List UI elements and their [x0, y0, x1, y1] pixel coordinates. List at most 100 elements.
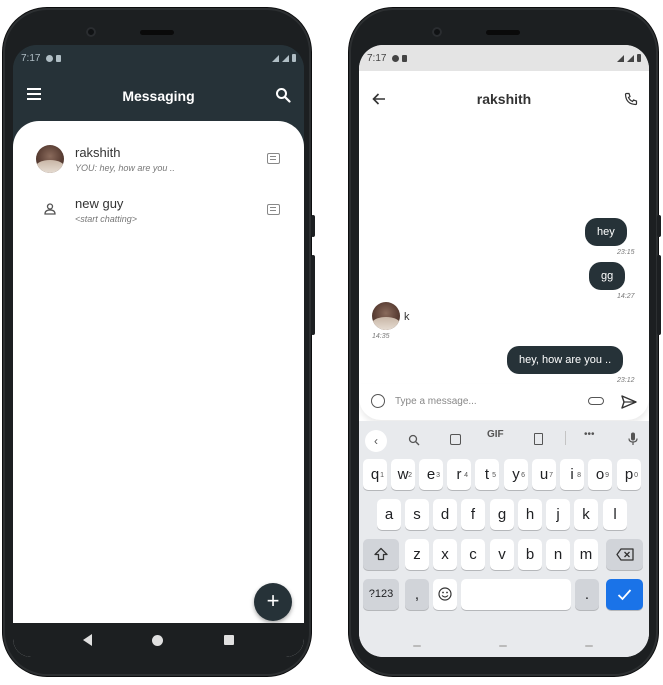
key-j[interactable]: j: [546, 499, 570, 530]
front-camera: [432, 27, 442, 37]
key-q[interactable]: q1: [363, 459, 387, 490]
key-label: o: [595, 466, 605, 483]
phone-icon[interactable]: [624, 92, 638, 106]
key-p[interactable]: p0: [617, 459, 641, 490]
key-z[interactable]: z: [405, 539, 429, 570]
key-x[interactable]: x: [433, 539, 457, 570]
chat-preview: YOU: hey, how are you ..: [75, 163, 175, 173]
key-f[interactable]: f: [461, 499, 485, 530]
message-icon[interactable]: [267, 153, 280, 164]
key-label: t: [484, 466, 490, 483]
chat-row-rakshith[interactable]: rakshith YOU: hey, how are you ..: [13, 135, 304, 185]
key-hint: 8: [577, 472, 581, 479]
key-o[interactable]: o9: [588, 459, 612, 490]
status-notification-icon: [402, 54, 408, 62]
key-label: r: [456, 466, 462, 483]
search-icon[interactable]: [408, 434, 420, 446]
chat-list: rakshith YOU: hey, how are you .. new gu…: [13, 121, 304, 657]
more-button[interactable]: •••: [584, 429, 595, 440]
sticker-icon[interactable]: [450, 434, 461, 445]
clipboard-icon[interactable]: [534, 433, 543, 445]
key-i[interactable]: i8: [560, 459, 584, 490]
gif-button[interactable]: GIF: [487, 429, 504, 440]
key-d[interactable]: d: [433, 499, 457, 530]
left-screen: 7:17 Messaging rakshith YOU: hey, how ar…: [13, 45, 304, 657]
shift-key[interactable]: [363, 539, 399, 570]
message-time: 23:12: [617, 377, 635, 384]
key-t[interactable]: t5: [475, 459, 499, 490]
key-label: u: [539, 466, 549, 483]
key-u[interactable]: u7: [532, 459, 556, 490]
key-a[interactable]: a: [377, 499, 401, 530]
key-s[interactable]: s: [405, 499, 429, 530]
key-k[interactable]: k: [574, 499, 598, 530]
emoji-icon[interactable]: [371, 394, 385, 408]
key-hint: 7: [549, 472, 553, 479]
key-label: y: [512, 466, 520, 483]
key-y[interactable]: y6: [504, 459, 528, 490]
collapse-icon[interactable]: ‹: [365, 430, 387, 452]
key-label: i: [570, 466, 574, 483]
mic-icon[interactable]: [628, 432, 638, 446]
send-icon[interactable]: [621, 394, 637, 410]
key-c[interactable]: c: [461, 539, 485, 570]
status-time: 7:17: [21, 52, 41, 64]
earpiece: [140, 30, 174, 35]
attach-icon[interactable]: [588, 397, 604, 405]
contact-avatar: [372, 302, 400, 330]
message-time: 14:35: [372, 333, 390, 340]
key-hint: 3: [436, 472, 440, 479]
key-v[interactable]: v: [490, 539, 514, 570]
chat-header: rakshith: [359, 71, 649, 129]
key-h[interactable]: h: [518, 499, 542, 530]
key-w[interactable]: w2: [391, 459, 415, 490]
shift-icon: [374, 547, 388, 561]
navigation-bar: [13, 623, 304, 657]
toolbar-divider: [565, 431, 566, 445]
contact-name: rakshith: [476, 91, 532, 107]
chat-name: rakshith: [75, 145, 121, 160]
app-title: Messaging: [122, 88, 195, 104]
search-icon[interactable]: [275, 87, 291, 103]
backspace-icon: [616, 548, 634, 561]
symbols-key[interactable]: ?123: [363, 579, 399, 610]
right-screen: 7:17 rakshith hey 23:15 gg 14:27 k 14:35…: [359, 45, 649, 657]
key-l[interactable]: l: [603, 499, 627, 530]
new-chat-fab[interactable]: +: [254, 583, 292, 621]
nav-back-hint: [413, 645, 421, 647]
key-r[interactable]: r4: [447, 459, 471, 490]
key-label: p: [624, 466, 634, 483]
period-key[interactable]: .: [575, 579, 599, 610]
power-button: [657, 255, 661, 335]
status-bar: 7:17: [359, 45, 649, 71]
emoji-key[interactable]: [433, 579, 457, 610]
key-b[interactable]: b: [518, 539, 542, 570]
nav-home-icon[interactable]: [152, 634, 164, 646]
nav-back-icon[interactable]: [83, 634, 93, 646]
enter-key[interactable]: [606, 579, 643, 610]
chat-row-new-guy[interactable]: new guy <start chatting>: [13, 186, 304, 236]
app-bar: Messaging: [13, 71, 304, 121]
status-app-icon: [392, 54, 400, 62]
message-bubble-sent: hey: [585, 218, 627, 246]
nav-recents-icon[interactable]: [223, 635, 234, 645]
key-n[interactable]: n: [546, 539, 570, 570]
status-app-icon: [46, 54, 54, 62]
spacebar[interactable]: [461, 579, 571, 610]
nav-home-hint: [499, 645, 507, 647]
key-label: w: [397, 466, 409, 483]
comma-key[interactable]: ,: [405, 579, 429, 610]
message-bubble-sent: hey, how are you ..: [507, 346, 624, 374]
signal-icon: [627, 54, 634, 62]
message-bubble-sent: gg: [589, 262, 626, 290]
key-e[interactable]: e3: [419, 459, 443, 490]
keyboard-toolbar: ‹ GIF •••: [359, 425, 649, 452]
message-input[interactable]: Type a message...: [395, 396, 477, 407]
key-g[interactable]: g: [490, 499, 514, 530]
message-icon[interactable]: [267, 204, 280, 215]
key-m[interactable]: m: [574, 539, 598, 570]
message-received: k: [404, 311, 410, 323]
signal-icon: [282, 54, 289, 62]
status-notification-icon: [56, 54, 62, 62]
backspace-key[interactable]: [606, 539, 643, 570]
